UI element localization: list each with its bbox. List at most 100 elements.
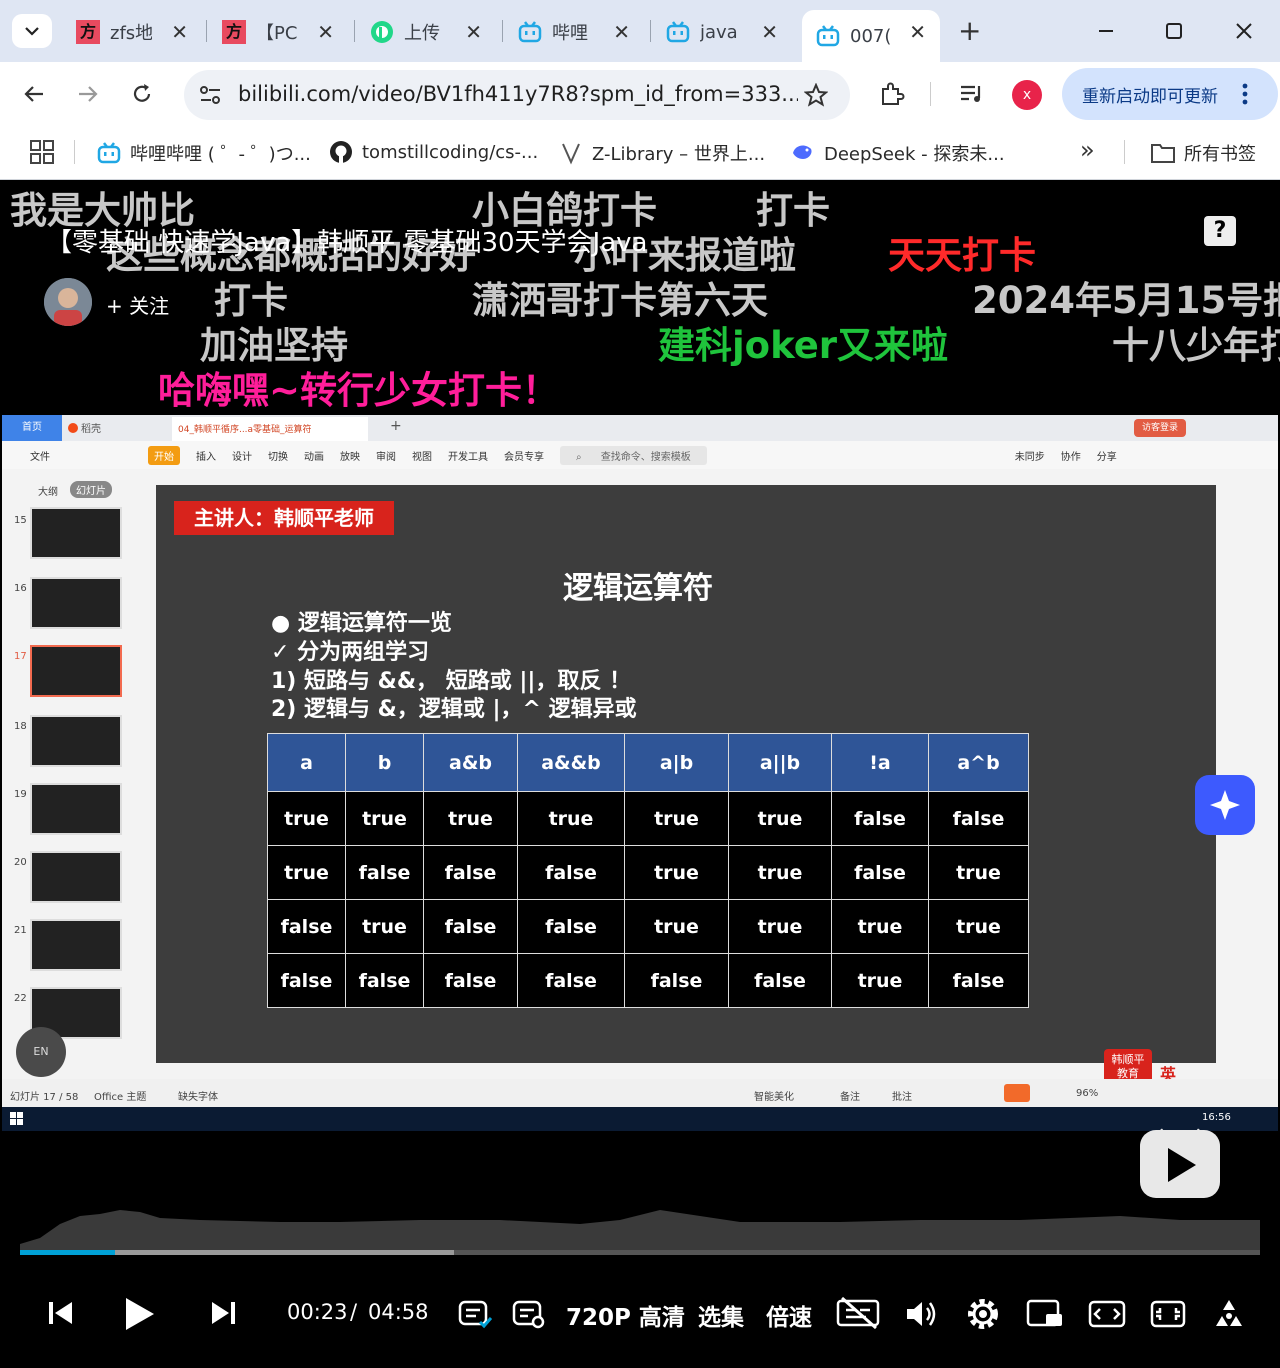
settings-gear-icon[interactable] [966,1297,1000,1331]
time-current: 00:23 [287,1300,348,1324]
tab-title: 上传 [404,23,440,44]
tab-divider [206,20,207,42]
table-cell: false [831,845,929,900]
previous-icon[interactable] [48,1300,74,1326]
tab-strip: 方 zfs地 ✕ 方 【PC ✕ 上传 ✕ 哔哩 ✕ java ✕ 007( ✕… [0,0,1280,62]
apps-grid-icon[interactable] [30,140,54,164]
sparkle-icon [1210,790,1240,820]
profile-avatar[interactable]: x [1012,80,1042,110]
slide-bullet: ✓ 分为两组学习 [271,640,430,665]
table-cell: false [624,953,729,1008]
danmaku-comment: 2024年5月15号报道 [972,279,1280,322]
reload-button[interactable] [122,74,162,114]
follow-button[interactable]: + 关注 [106,290,169,319]
close-tab-icon[interactable]: ✕ [465,20,482,44]
browser-tab[interactable]: java ✕ [652,10,792,54]
quality-button[interactable]: 720P 高清 [566,1298,685,1332]
site-settings-icon[interactable] [198,82,224,108]
maximize-icon [1166,23,1182,39]
relaunch-update-button[interactable]: 重新启动即可更新 [1062,68,1278,120]
web-fullscreen-icon[interactable] [1150,1299,1186,1329]
browser-tab[interactable]: 上传 ✕ [356,10,496,54]
browser-tab[interactable]: 哔哩 ✕ [504,10,644,54]
url-text[interactable]: bilibili.com/video/BV1fh411y7R8?spm_id_f… [238,82,798,106]
zlibrary-icon [562,143,580,165]
bookmark-divider [1124,140,1125,164]
play-slide-icon [1004,1084,1030,1102]
volume-icon[interactable] [904,1298,938,1330]
wps-ribbon: 文件 开始 插入 设计 切换 动画 放映 审阅 视图 开发工具 会员专享 ⌕ 查… [2,441,1278,469]
avatar-image [44,278,92,326]
bookmark-github[interactable]: tomstillcoding/cs-... [328,140,538,164]
recorded-screen: 首页 稻壳 04_韩顺平循序...a零基础_运算符 + 访客登录 文件 开始 插… [2,415,1278,1131]
missing-font-label: 缺失字体 [178,1092,218,1103]
all-bookmarks-button[interactable]: 所有书签 [1150,140,1256,166]
bookmark-deepseek[interactable]: DeepSeek - 探索未... [790,140,1005,166]
wps-doc-tab: 04_韩顺平循序...a零基础_运算符 [172,417,368,441]
extensions-button[interactable] [872,74,912,114]
next-icon[interactable] [210,1300,236,1326]
table-header: !a [831,733,929,792]
widescreen-icon[interactable] [1088,1299,1126,1329]
close-tab-icon[interactable]: ✕ [761,20,778,44]
tab-title: 哔哩 [552,23,588,44]
table-cell: true [624,791,729,846]
tab-divider [502,20,503,42]
danmaku-settings-icon[interactable] [512,1298,546,1330]
slide-bullet: ● 逻辑运算符一览 [271,611,452,636]
danmaku-comment: 潇洒哥打卡第六天 [472,279,768,322]
browser-tab-active[interactable]: 007( ✕ [802,10,940,62]
minimize-button[interactable] [1088,14,1124,48]
address-bar[interactable]: bilibili.com/video/BV1fh411y7R8?spm_id_f… [184,70,850,120]
bookmark-zlibrary[interactable]: Z-Library – 世界上... [558,140,765,166]
fang-icon: 方 [76,20,100,44]
player-controls: 00:23 / 04:58 720P 高清 选集 倍速 [0,1270,1280,1368]
play-icon[interactable] [124,1296,156,1332]
help-icon[interactable]: ? [1204,216,1236,246]
tab-search-button[interactable] [12,14,52,48]
episodes-button[interactable]: 选集 [698,1298,744,1332]
thumb-number: 22 [14,993,27,1004]
subtitle-off-icon[interactable] [836,1296,882,1330]
fullscreen-icon[interactable] [1210,1296,1248,1332]
forward-button[interactable] [68,74,108,114]
danmaku-toggle-icon[interactable] [458,1298,492,1330]
new-tab-button[interactable]: + [958,14,981,47]
table-cell: false [517,953,625,1008]
table-header: a^b [928,733,1029,792]
close-tab-icon[interactable]: ✕ [171,20,188,44]
picture-in-picture-icon[interactable] [1026,1298,1064,1330]
browser-tab[interactable]: 方 zfs地 ✕ [62,10,202,54]
puzzle-icon [882,82,905,105]
star-icon[interactable] [804,83,828,107]
bookmark-bilibili[interactable]: 哔哩哔哩 ( ゜- ゜)つ... [96,140,311,166]
table-cell: true [267,791,346,846]
close-tab-icon[interactable]: ✕ [317,20,334,44]
browser-toolbar: bilibili.com/video/BV1fh411y7R8?spm_id_f… [0,62,1280,126]
speed-button[interactable]: 倍速 [766,1298,812,1332]
wps-new-tab-icon: + [390,418,402,434]
maximize-button[interactable] [1156,14,1192,48]
progress-played [20,1250,116,1255]
table-cell: true [831,953,929,1008]
table-cell: true [928,899,1029,954]
close-tab-icon[interactable]: ✕ [909,20,926,44]
danmaku-comment: 打卡 [214,279,288,322]
wps-menu-item: 协作 [1060,451,1081,463]
media-controls-button[interactable] [952,74,992,114]
progress-track[interactable] [20,1250,1260,1255]
wps-tab-label: 稻壳 [81,424,101,435]
wps-home-tab: 首页 [2,415,62,441]
play-overlay-icon[interactable] [1138,1126,1222,1206]
wps-tab-label: 04_韩顺平循序...a零基础_运算符 [178,425,312,435]
uploader-avatar[interactable] [44,278,92,326]
bookmarks-overflow-button[interactable]: » [1080,136,1095,164]
back-button[interactable] [14,74,54,114]
browser-tab[interactable]: 方 【PC ✕ [208,10,348,54]
panel-tab-outline: 大纲 [38,487,58,498]
slide-thumbnail [30,783,122,835]
status-item: 智能美化 [754,1092,794,1103]
bookmark-label: 所有书签 [1184,144,1256,165]
close-window-button[interactable] [1226,14,1262,48]
close-tab-icon[interactable]: ✕ [613,20,630,44]
